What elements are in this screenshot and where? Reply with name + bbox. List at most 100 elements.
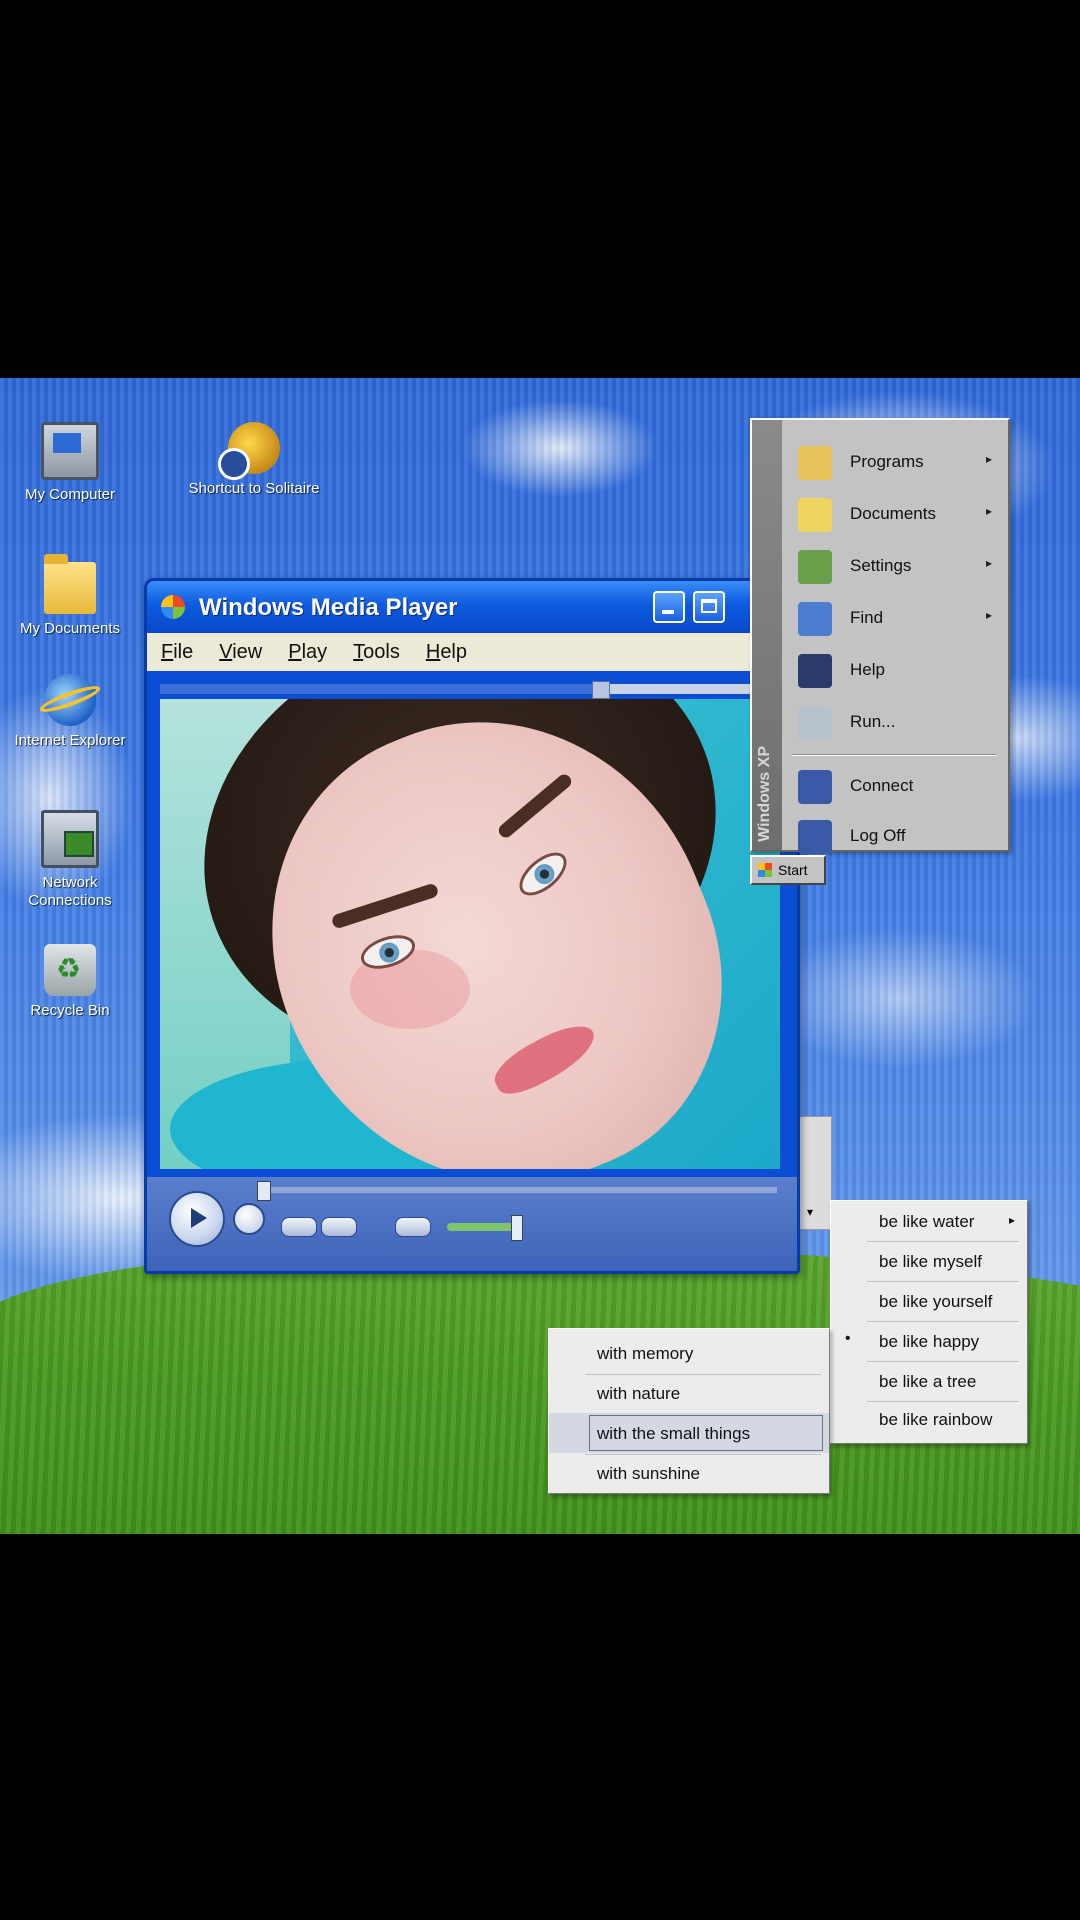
- menu-item[interactable]: with memory: [549, 1333, 829, 1373]
- previous-button[interactable]: [281, 1217, 317, 1237]
- submenu-arrow-icon: ▸: [985, 556, 992, 570]
- window-title: Windows Media Player: [199, 594, 458, 621]
- windows-logo-icon: [758, 863, 772, 877]
- start-menu-item-label: Find: [850, 608, 884, 627]
- title-bar[interactable]: Windows Media Player: [147, 581, 797, 633]
- internet-explorer-icon: [44, 674, 96, 726]
- media-player-window: Windows Media Player File View Play Tool…: [144, 578, 800, 1274]
- start-menu-item-label: Programs: [850, 452, 924, 471]
- play-button[interactable]: [169, 1191, 225, 1247]
- run-icon: [798, 706, 832, 740]
- volume-slider[interactable]: [447, 1215, 523, 1241]
- start-menu-item[interactable]: Run...: [786, 698, 1002, 748]
- menu-item-label: be like a tree: [879, 1372, 977, 1391]
- programs-icon: [798, 446, 832, 480]
- menu-item-label: be like water: [879, 1212, 975, 1231]
- menu-item[interactable]: be like water ▸: [831, 1201, 1027, 1241]
- media-player-logo-icon: [161, 595, 185, 619]
- computer-icon: [41, 422, 99, 480]
- desktop-icon-recycle-bin[interactable]: Recycle Bin: [0, 944, 140, 1020]
- start-menu-item[interactable]: Programs ▸: [786, 438, 1002, 488]
- menu-play[interactable]: Play: [288, 641, 327, 664]
- context-menu-be-like: be like water ▸ be like myself be like your…: [830, 1200, 1028, 1444]
- next-button[interactable]: [321, 1217, 357, 1237]
- menu-item-label: be like rainbow: [879, 1410, 993, 1429]
- start-button[interactable]: Start: [750, 855, 826, 885]
- find-icon: [798, 602, 832, 636]
- submenu-arrow-icon: ▸: [985, 452, 992, 466]
- shortcut-icon: [218, 422, 280, 480]
- menu-item-label: with memory: [597, 1344, 694, 1363]
- mute-button[interactable]: [395, 1217, 431, 1237]
- menu-bar: File View Play Tools Help: [147, 633, 797, 671]
- start-menu-item-label: Documents: [850, 504, 936, 523]
- help-icon: [798, 654, 832, 688]
- logoff-icon: [798, 820, 832, 854]
- start-menu-item-label: Log Off: [850, 826, 906, 845]
- menu-item[interactable]: with the small things: [549, 1413, 829, 1453]
- start-button-label: Start: [778, 862, 808, 878]
- start-menu-item[interactable]: Help: [786, 646, 1002, 696]
- menu-item[interactable]: with nature: [549, 1373, 829, 1413]
- menu-item-label: with the small things: [597, 1424, 751, 1443]
- menu-file[interactable]: File: [161, 641, 193, 664]
- menu-item-label: with sunshine: [597, 1464, 701, 1483]
- menu-item-label: be like happy: [879, 1332, 980, 1351]
- start-menu-item-label: Settings: [850, 556, 912, 575]
- start-menu-banner: Windows XP: [752, 420, 782, 850]
- transport-controls: [147, 1177, 797, 1271]
- start-menu-item-label: Run...: [850, 712, 896, 731]
- menu-item[interactable]: be like rainbow: [831, 1399, 1027, 1439]
- chevron-down-icon[interactable]: ▾: [807, 1205, 813, 1219]
- menu-item[interactable]: be like myself: [831, 1241, 1027, 1281]
- progress-fill: [160, 684, 601, 694]
- desktop-icon-label: Network Connections: [28, 874, 112, 909]
- progress-thumb[interactable]: [592, 681, 611, 699]
- submenu-arrow-icon: ▸: [1008, 1213, 1015, 1227]
- maximize-icon: [701, 599, 717, 613]
- stop-button[interactable]: [233, 1203, 265, 1235]
- start-menu-separator: [792, 754, 996, 756]
- desktop-icon-label: Internet Explorer: [14, 732, 126, 749]
- menu-item[interactable]: be like happy •: [831, 1321, 1027, 1361]
- submenu-arrow-icon: ▸: [985, 608, 992, 622]
- video-frame: [160, 699, 780, 1169]
- desktop-icon-internet-explorer[interactable]: Internet Explorer: [0, 674, 140, 750]
- minimize-button[interactable]: [653, 591, 685, 623]
- desktop-icon-my-documents[interactable]: My Documents: [0, 554, 140, 638]
- connect-icon: [798, 770, 832, 804]
- recycle-bin-icon: [44, 944, 96, 996]
- hidden-menu-panel: ▾: [796, 1116, 832, 1230]
- menu-tools[interactable]: Tools: [353, 641, 400, 664]
- start-menu: Windows XP Programs ▸ Documents ▸ Settings ▸ F…: [750, 418, 1010, 854]
- start-menu-banner-text: Windows XP: [756, 746, 773, 842]
- menu-help[interactable]: Help: [426, 641, 467, 664]
- desktop-icon-shortcut[interactable]: Shortcut to Solitaire: [184, 422, 324, 498]
- context-menu-with: with memory with nature with the small thi…: [548, 1328, 830, 1494]
- documents-icon: [798, 498, 832, 532]
- desktop-icon-network[interactable]: Network Connections: [0, 810, 140, 910]
- volume-knob[interactable]: [511, 1215, 523, 1241]
- desktop-icon-label: My Documents: [19, 620, 121, 637]
- submenu-arrow-icon: ▸: [985, 504, 992, 518]
- minimize-icon: [662, 610, 674, 614]
- start-menu-item[interactable]: Documents ▸: [786, 490, 1002, 540]
- top-progress-bar[interactable]: [160, 681, 780, 699]
- start-menu-item[interactable]: Connect: [786, 762, 1002, 812]
- start-menu-item[interactable]: Settings ▸: [786, 542, 1002, 592]
- menu-item[interactable]: with sunshine: [549, 1453, 829, 1493]
- settings-icon: [798, 550, 832, 584]
- folder-icon: [44, 554, 96, 614]
- menu-item[interactable]: be like a tree: [831, 1361, 1027, 1401]
- start-menu-item-label: Help: [850, 660, 885, 679]
- start-menu-item-label: Connect: [850, 776, 914, 795]
- seek-knob[interactable]: [257, 1181, 271, 1201]
- desktop-icon-label: Shortcut to Solitaire: [188, 480, 320, 497]
- desktop-icon-my-computer[interactable]: My Computer: [0, 422, 140, 504]
- menu-item-label: with nature: [597, 1384, 681, 1403]
- menu-item[interactable]: be like yourself: [831, 1281, 1027, 1321]
- menu-view[interactable]: View: [219, 641, 262, 664]
- maximize-button[interactable]: [693, 591, 725, 623]
- seek-bar[interactable]: [257, 1181, 777, 1201]
- start-menu-item[interactable]: Find ▸: [786, 594, 1002, 644]
